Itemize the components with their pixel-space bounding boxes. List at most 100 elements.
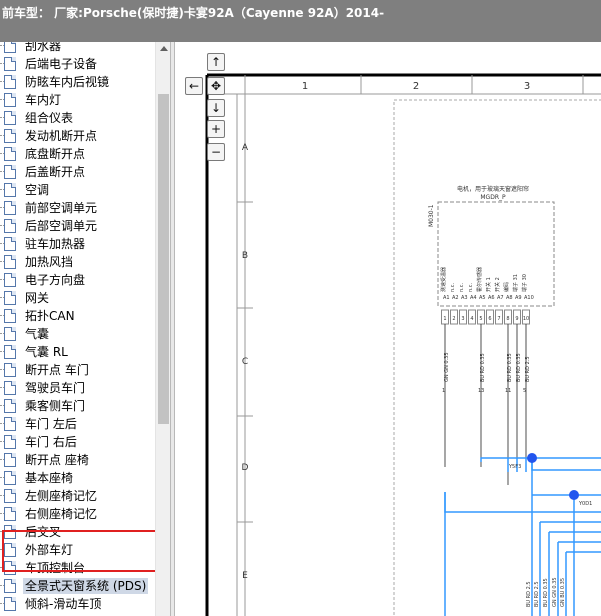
arrow-up-icon: ↑ xyxy=(210,55,222,69)
tree-item[interactable]: 全景式天窗系统 (PDS) xyxy=(0,577,155,595)
splice-dot xyxy=(569,490,579,500)
window-title: 前车型： 厂家:Porsche(保时捷)卡宴92A（Cayenne 92A）20… xyxy=(2,6,385,20)
scrollbar-thumb[interactable] xyxy=(158,94,169,424)
pan-up-button[interactable]: ↑ xyxy=(207,53,225,71)
document-icon xyxy=(0,399,16,413)
pin-number: 5 xyxy=(479,316,482,322)
tree-item[interactable]: 左侧座椅记忆 xyxy=(0,487,155,505)
document-icon xyxy=(0,42,16,53)
tree-item[interactable]: 车内灯 xyxy=(0,91,155,109)
tree-item[interactable]: 断开点 车门 xyxy=(0,361,155,379)
tree-item-label: 后部空调单元 xyxy=(25,219,98,233)
document-icon xyxy=(0,309,16,323)
tree-item[interactable]: 气囊 RL xyxy=(0,343,155,361)
tree-item-label: 后盖断开点 xyxy=(25,165,86,179)
document-icon xyxy=(0,453,16,467)
tree-item-label: 车门 左后 xyxy=(25,417,77,431)
tree-item-label: 后端电子设备 xyxy=(25,57,98,71)
document-icon xyxy=(0,165,16,179)
row-label: B xyxy=(242,251,248,261)
document-icon xyxy=(0,579,16,593)
tree-item-label: 前部空调单元 xyxy=(25,201,98,215)
tree-item[interactable]: 加热风挡 xyxy=(0,253,155,271)
diagram-viewer[interactable]: 1 2 3 A B C D E 电机，用于玻璃天窗遮阳帘 MGDR_P M030-1 测速受温器 A1 1… xyxy=(175,42,601,616)
tree-scrollbar[interactable] xyxy=(155,42,170,616)
wire-label: BU RD 0.35 xyxy=(516,353,522,382)
document-icon xyxy=(0,255,16,269)
document-icon xyxy=(0,129,16,143)
row-label: C xyxy=(242,357,248,367)
pin-id: A2 xyxy=(452,295,459,301)
tree-item[interactable]: 发动机断开点 xyxy=(0,127,155,145)
minus-icon: − xyxy=(210,145,222,159)
tree-item[interactable]: 防眩车内后视镜 xyxy=(0,73,155,91)
column-label: 1 xyxy=(302,81,308,92)
zoom-out-button[interactable]: − xyxy=(207,143,225,161)
selection-highlight-box xyxy=(2,530,168,572)
document-icon xyxy=(0,183,16,197)
wire-label: BU RD 2.5 xyxy=(534,581,540,607)
tree-item[interactable]: 后部空调单元 xyxy=(0,217,155,235)
tree-item[interactable]: 断开点 座椅 xyxy=(0,451,155,469)
tree-item[interactable]: 车门 右后 xyxy=(0,433,155,451)
tree-item[interactable]: 拓扑CAN xyxy=(0,307,155,325)
tree-item[interactable]: 基本座椅 xyxy=(0,469,155,487)
wire-label: BU RD 2.5 xyxy=(525,356,531,382)
pan-left-button[interactable]: ← xyxy=(185,77,203,95)
tree-item[interactable]: 前部空调单元 xyxy=(0,199,155,217)
tree-item[interactable]: 驾驶员车门 xyxy=(0,379,155,397)
scroll-up-arrow-icon[interactable] xyxy=(160,46,168,51)
wire-label: GN GN 0.35 xyxy=(552,577,558,607)
column-label: 3 xyxy=(524,81,530,92)
document-icon xyxy=(0,57,16,71)
tree-item-label: 左侧座椅记忆 xyxy=(25,489,98,503)
tree-item[interactable]: 后端电子设备 xyxy=(0,55,155,73)
blue-wire xyxy=(480,457,601,471)
tree-item[interactable]: 底盘断开点 xyxy=(0,145,155,163)
splice-label: Y5F3 xyxy=(508,464,521,470)
zoom-in-button[interactable]: + xyxy=(207,120,225,138)
tree-item[interactable]: 空调 xyxy=(0,181,155,199)
wire-label: BU RD 2.5 xyxy=(526,581,532,607)
pin-number: 1 xyxy=(443,316,446,322)
document-icon xyxy=(0,273,16,287)
tree-item-label: 拓扑CAN xyxy=(25,309,75,323)
tree-item[interactable]: 倾斜-滑动车顶 xyxy=(0,595,155,613)
tree-item-label: 加热风挡 xyxy=(25,255,74,269)
center-view-button[interactable]: ✥ xyxy=(207,77,225,95)
pin-name: 端子 31 xyxy=(512,274,519,292)
tree-item[interactable]: 刮水器 xyxy=(0,42,155,55)
tree-item-label: 网关 xyxy=(25,291,50,305)
pin-name: n.c. xyxy=(468,282,474,292)
tree-item[interactable]: 车门 左后 xyxy=(0,415,155,433)
pin-id: A1 xyxy=(443,295,450,301)
column-label: 2 xyxy=(413,81,419,92)
tree-item[interactable]: 电子方向盘 xyxy=(0,271,155,289)
tree-item[interactable]: 后盖断开点 xyxy=(0,163,155,181)
tree-item-label: 发动机断开点 xyxy=(25,129,98,143)
tree-item[interactable]: 网关 xyxy=(0,289,155,307)
tree-item[interactable]: 组合仪表 xyxy=(0,109,155,127)
document-icon xyxy=(0,327,16,341)
tree-item[interactable]: 乘客侧车门 xyxy=(0,397,155,415)
move-icon: ✥ xyxy=(210,79,222,93)
wire-number: 13 xyxy=(478,388,484,394)
tree-item[interactable]: 驻车加热器 xyxy=(0,235,155,253)
tree-item-label: 刮水器 xyxy=(25,42,62,53)
pin-id: A10 xyxy=(524,295,534,301)
tree-item[interactable]: 气囊 xyxy=(0,325,155,343)
row-label: A xyxy=(242,143,249,153)
window-title-bar: 前车型： 厂家:Porsche(保时捷)卡宴92A（Cayenne 92A）20… xyxy=(0,0,601,42)
tree-item-label: 防眩车内后视镜 xyxy=(25,75,110,89)
tree-item[interactable]: 右侧座椅记忆 xyxy=(0,505,155,523)
pan-down-button[interactable]: ↓ xyxy=(207,99,225,117)
tree-item-label: 断开点 车门 xyxy=(25,363,89,377)
document-icon xyxy=(0,435,16,449)
pin-number: 3 xyxy=(461,316,464,322)
tree-item-label: 底盘断开点 xyxy=(25,147,86,161)
pin-id: A6 xyxy=(488,295,495,301)
pin-name: 开关 1 xyxy=(485,277,492,292)
tree-item-label: 气囊 xyxy=(25,327,50,341)
component-code: MGDR_P xyxy=(480,194,506,201)
document-icon xyxy=(0,147,16,161)
